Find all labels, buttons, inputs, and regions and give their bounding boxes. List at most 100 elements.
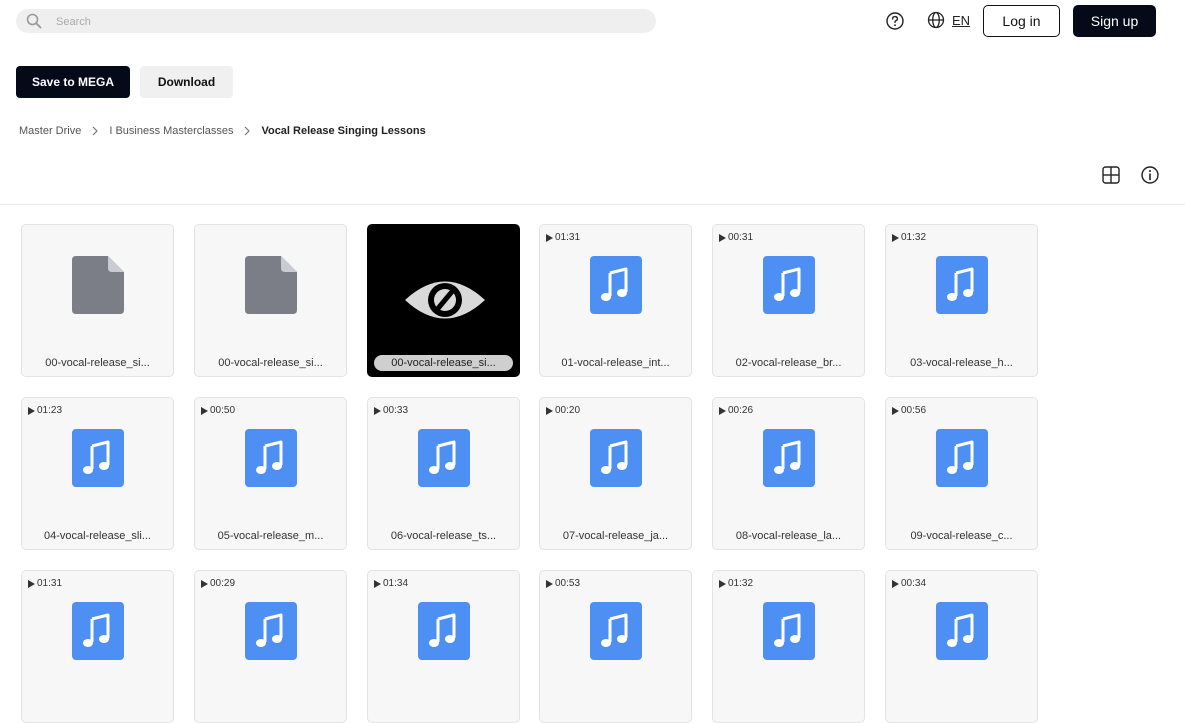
play-icon xyxy=(374,406,381,415)
duration-badge: 01:23 xyxy=(28,405,62,416)
duration-badge: 01:34 xyxy=(374,578,408,589)
eye-hidden-icon xyxy=(405,281,485,319)
play-icon xyxy=(546,233,553,242)
file-name: 07-vocal-release_ja... xyxy=(562,530,669,542)
duration-badge: 00:29 xyxy=(201,578,235,589)
audio-file-icon xyxy=(590,602,642,660)
duration-badge: 01:31 xyxy=(546,232,580,243)
duration-text: 00:26 xyxy=(728,405,754,416)
audio-file-icon xyxy=(763,256,815,314)
audio-file-tile[interactable]: 00:29 xyxy=(194,570,347,723)
chevron-right-icon xyxy=(92,126,99,136)
download-button[interactable]: Download xyxy=(140,66,233,98)
document-file-tile[interactable]: 00-vocal-release_si... xyxy=(194,224,347,377)
duration-text: 01:31 xyxy=(555,232,581,243)
search-input[interactable] xyxy=(54,9,638,35)
audio-file-tile[interactable]: 01:23 04-vocal-release_sli... xyxy=(21,397,174,550)
duration-text: 00:29 xyxy=(210,578,236,589)
breadcrumb-item-business-masterclasses[interactable]: I Business Masterclasses xyxy=(109,125,233,137)
duration-text: 00:33 xyxy=(383,405,409,416)
globe-icon[interactable] xyxy=(927,11,945,29)
play-icon xyxy=(719,579,726,588)
audio-file-tile[interactable]: 00:53 xyxy=(539,570,692,723)
play-icon xyxy=(201,406,208,415)
audio-file-tile[interactable]: 00:34 xyxy=(885,570,1038,723)
play-icon xyxy=(28,579,35,588)
audio-file-icon xyxy=(936,256,988,314)
document-file-icon xyxy=(72,256,124,314)
audio-file-tile[interactable]: 00:56 09-vocal-release_c... xyxy=(885,397,1038,550)
play-icon xyxy=(719,406,726,415)
duration-badge: 00:53 xyxy=(546,578,580,589)
document-file-icon xyxy=(245,256,297,314)
file-name: 01-vocal-release_int... xyxy=(561,357,670,369)
duration-badge: 00:56 xyxy=(892,405,926,416)
file-name: 00-vocal-release_si... xyxy=(218,357,323,369)
chevron-right-icon xyxy=(245,126,251,136)
audio-file-icon xyxy=(245,602,297,660)
duration-badge: 01:31 xyxy=(28,578,62,589)
search-icon xyxy=(26,13,42,29)
play-icon xyxy=(892,233,899,242)
duration-badge: 00:34 xyxy=(892,578,926,589)
duration-text: 01:32 xyxy=(728,578,754,589)
audio-file-tile[interactable]: 01:34 xyxy=(367,570,520,723)
audio-file-tile[interactable]: 00:33 06-vocal-release_ts... xyxy=(367,397,520,550)
file-name: 00-vocal-release_si... xyxy=(374,355,513,371)
duration-text: 01:34 xyxy=(383,578,409,589)
audio-file-tile[interactable]: 01:32 03-vocal-release_h... xyxy=(885,224,1038,377)
file-name: 05-vocal-release_m... xyxy=(217,530,324,542)
breadcrumb: Master Drive I Business Masterclasses Vo… xyxy=(19,125,426,137)
audio-file-tile[interactable]: 00:20 07-vocal-release_ja... xyxy=(539,397,692,550)
file-name: 03-vocal-release_h... xyxy=(910,357,1013,369)
audio-file-icon xyxy=(418,429,470,487)
duration-badge: 00:31 xyxy=(719,232,753,243)
duration-badge: 00:33 xyxy=(374,405,408,416)
audio-file-icon xyxy=(72,429,124,487)
audio-file-tile[interactable]: 01:32 xyxy=(712,570,865,723)
audio-file-tile[interactable]: 00:26 08-vocal-release_la... xyxy=(712,397,865,550)
hidden-preview-file-tile[interactable]: 00-vocal-release_si... xyxy=(367,224,520,377)
play-icon xyxy=(719,233,726,242)
signup-button[interactable]: Sign up xyxy=(1073,5,1156,37)
duration-badge: 01:32 xyxy=(892,232,926,243)
breadcrumb-item-current: Vocal Release Singing Lessons xyxy=(261,125,426,137)
breadcrumb-item-master-drive[interactable]: Master Drive xyxy=(19,125,81,137)
audio-file-tile[interactable]: 01:31 xyxy=(21,570,174,723)
duration-text: 00:20 xyxy=(555,405,581,416)
duration-badge: 00:20 xyxy=(546,405,580,416)
duration-badge: 01:32 xyxy=(719,578,753,589)
duration-badge: 00:26 xyxy=(719,405,753,416)
duration-text: 00:31 xyxy=(728,232,754,243)
document-file-tile[interactable]: 00-vocal-release_si... xyxy=(21,224,174,377)
file-name: 04-vocal-release_sli... xyxy=(44,530,151,542)
audio-file-icon xyxy=(936,429,988,487)
duration-text: 00:56 xyxy=(901,405,927,416)
audio-file-tile[interactable]: 01:31 01-vocal-release_int... xyxy=(539,224,692,377)
save-to-mega-button[interactable]: Save to MEGA xyxy=(16,66,130,98)
audio-file-tile[interactable]: 00:31 02-vocal-release_br... xyxy=(712,224,865,377)
duration-text: 00:53 xyxy=(555,578,581,589)
play-icon xyxy=(892,406,899,415)
info-icon[interactable] xyxy=(1140,165,1160,185)
play-icon xyxy=(28,406,35,415)
audio-file-tile[interactable]: 00:50 05-vocal-release_m... xyxy=(194,397,347,550)
play-icon xyxy=(546,406,553,415)
language-selector[interactable]: EN xyxy=(952,13,970,28)
grid-view-icon[interactable] xyxy=(1101,165,1121,185)
help-icon[interactable] xyxy=(885,11,905,31)
search-bar[interactable] xyxy=(16,9,656,35)
play-icon xyxy=(374,579,381,588)
file-name: 08-vocal-release_la... xyxy=(735,530,842,542)
login-button[interactable]: Log in xyxy=(983,5,1060,37)
duration-text: 01:23 xyxy=(37,405,63,416)
audio-file-icon xyxy=(936,602,988,660)
audio-file-icon xyxy=(763,429,815,487)
audio-file-icon xyxy=(590,429,642,487)
duration-text: 01:31 xyxy=(37,578,63,589)
audio-file-icon xyxy=(763,602,815,660)
divider xyxy=(0,204,1185,205)
audio-file-icon xyxy=(245,429,297,487)
audio-file-icon xyxy=(418,602,470,660)
audio-file-icon xyxy=(72,602,124,660)
